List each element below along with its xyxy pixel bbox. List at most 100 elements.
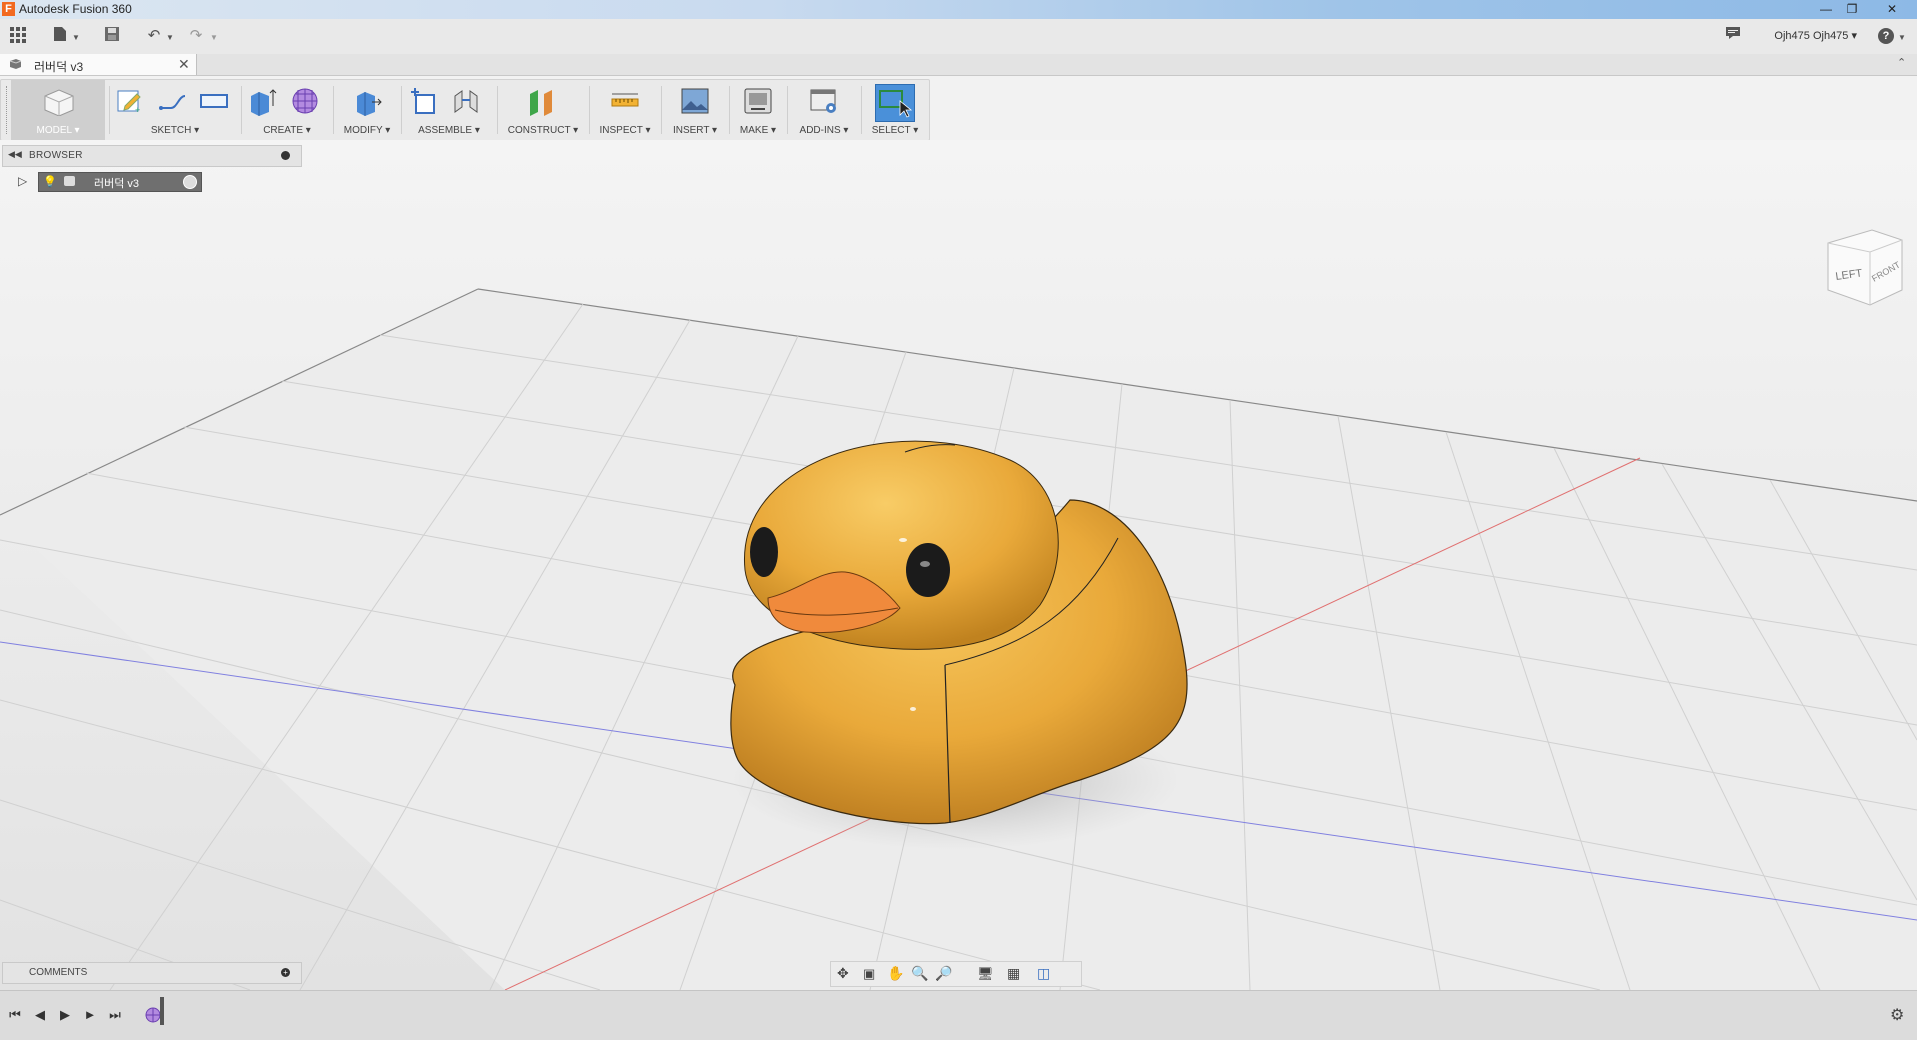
workspace-switcher[interactable]: MODEL ▾ (11, 80, 105, 140)
scripts-and-add-ins-icon[interactable] (809, 86, 839, 116)
modify-group[interactable]: MODIFY ▾ (337, 80, 397, 140)
fit-icon[interactable]: 🔎 (935, 965, 952, 982)
collapse-browser-icon[interactable]: ◀◀ (8, 149, 22, 160)
select-group-label: SELECT ▾ (871, 125, 919, 136)
go-to-start-icon[interactable]: ⏮ (5, 1005, 25, 1025)
comments-panel-header[interactable]: COMMENTS + (2, 962, 302, 984)
toolbar-divider (497, 86, 498, 134)
toolbar-divider (401, 86, 402, 134)
left-eye (750, 527, 778, 577)
right-eye (906, 543, 950, 597)
save-icon[interactable] (102, 26, 122, 46)
offset-plane-icon[interactable] (527, 86, 557, 116)
document-tab[interactable]: 러버덕 v3 ✕ (0, 54, 197, 75)
rectangle-icon[interactable] (199, 86, 229, 116)
step-back-icon[interactable]: ◀ (30, 1005, 50, 1025)
timeline-marker[interactable] (160, 997, 164, 1025)
form-feature-timeline-icon[interactable] (145, 1005, 161, 1023)
measure-icon[interactable] (610, 86, 640, 116)
window-title: Autodesk Fusion 360 (19, 2, 132, 16)
browser-title: BROWSER (29, 150, 83, 161)
3d-print-icon[interactable] (743, 86, 773, 116)
undo-caret-icon[interactable]: ▼ (166, 33, 174, 42)
user-account-menu[interactable]: Ojh475 Ojh475 ▾ (1774, 29, 1857, 42)
collapse-toolbar-icon[interactable]: ⌃ (1897, 56, 1906, 69)
close-icon[interactable]: ✕ (1881, 1, 1903, 17)
inspect-group-label: INSPECT ▾ (599, 125, 651, 136)
root-component-label: 러버덕 v3 (94, 178, 140, 190)
data-panel-grid-icon[interactable] (8, 26, 28, 46)
redo-caret-icon[interactable]: ▼ (210, 33, 218, 42)
component-icon (64, 176, 75, 186)
canvas-viewport[interactable]: LEFT FRONT (0, 140, 1917, 990)
fusion-logo-icon: F (2, 2, 15, 16)
add-comment-icon[interactable]: + (281, 968, 290, 977)
redo-icon[interactable]: ↷ (186, 26, 206, 46)
select-group[interactable]: SELECT ▾ (865, 80, 925, 140)
select-tool-icon[interactable] (875, 84, 915, 122)
toolbar-divider (333, 86, 334, 134)
restore-icon[interactable]: ❐ (1841, 1, 1863, 17)
file-menu-icon[interactable] (50, 26, 70, 46)
document-tab-bar: 러버덕 v3 ✕ ⌃ (0, 54, 1917, 76)
construct-group[interactable]: CONSTRUCT ▾ (501, 80, 585, 140)
undo-icon[interactable]: ↶ (144, 26, 164, 46)
make-group[interactable]: MAKE ▾ (733, 80, 783, 140)
browser-pin-icon[interactable] (281, 151, 290, 160)
assemble-group[interactable]: ASSEMBLE ▾ (405, 80, 493, 140)
browser-panel-header[interactable]: ◀◀ BROWSER (2, 145, 302, 167)
form-icon[interactable] (291, 86, 321, 116)
display-settings-icon[interactable]: 🖥 (977, 966, 994, 982)
toolbar-grip[interactable] (6, 86, 9, 134)
create-sketch-icon[interactable]: + (115, 86, 145, 116)
toolbar-divider (661, 86, 662, 134)
job-status-icon[interactable] (1723, 26, 1743, 46)
create-group[interactable]: CREATE ▾ (245, 80, 329, 140)
go-to-end-icon[interactable]: ⏭ (105, 1005, 125, 1025)
help-caret-icon[interactable]: ▼ (1898, 33, 1906, 42)
insert-group-label: INSERT ▾ (672, 125, 718, 136)
press-pull-icon[interactable] (352, 86, 382, 116)
expand-triangle-icon[interactable]: ▷ (18, 174, 27, 188)
file-menu-caret-icon[interactable]: ▼ (72, 33, 80, 42)
toolbar-divider (861, 86, 862, 134)
toolbar-divider (729, 86, 730, 134)
timeline-settings-gear-icon[interactable]: ⚙ (1890, 1005, 1904, 1025)
title-bar: F Autodesk Fusion 360 — ❐ ✕ (0, 0, 1917, 19)
play-icon[interactable]: ► (80, 1005, 100, 1025)
pan-icon[interactable]: ✋ (887, 965, 904, 982)
joint-icon[interactable] (451, 86, 481, 116)
toolbar-divider (241, 86, 242, 134)
insert-image-icon[interactable] (680, 86, 710, 116)
modify-group-label: MODIFY ▾ (343, 125, 391, 136)
new-component-icon[interactable] (409, 86, 439, 116)
visibility-bulb-icon[interactable]: 💡 (43, 175, 57, 188)
step-forward-icon[interactable]: ▶ (55, 1005, 75, 1025)
grid-settings-icon[interactable]: ▦ (1007, 965, 1020, 982)
close-tab-icon[interactable]: ✕ (178, 56, 190, 73)
add-ins-group[interactable]: ADD-INS ▾ (791, 80, 857, 140)
line-icon[interactable] (157, 86, 187, 116)
model-workspace-icon (41, 86, 74, 117)
sketch-group-label: SKETCH ▾ (150, 125, 200, 136)
orbit-icon[interactable]: ✥ (837, 965, 849, 982)
main-toolbar: MODEL ▾ + SKETCH ▾ CREATE ▾ MODIFY ▾ ASS… (0, 79, 930, 141)
model-workspace-label: MODEL ▾ (36, 125, 80, 136)
viewports-icon[interactable]: ◫ (1037, 965, 1050, 982)
sketch-group[interactable]: + SKETCH ▾ (113, 80, 237, 140)
insert-group[interactable]: INSERT ▾ (665, 80, 725, 140)
root-component-row[interactable]: 💡 러버덕 v3 (38, 172, 202, 192)
assemble-group-label: ASSEMBLE ▾ (418, 125, 480, 136)
minimize-icon[interactable]: — (1815, 1, 1837, 17)
toolbar-divider (787, 86, 788, 134)
svg-text:+: + (135, 105, 140, 115)
activate-component-icon[interactable] (183, 175, 197, 189)
view-cube[interactable]: LEFT FRONT (1827, 229, 1903, 306)
look-at-icon[interactable]: ▣ (863, 966, 875, 982)
help-icon[interactable]: ? (1878, 28, 1894, 44)
zoom-icon[interactable]: 🔍 (911, 965, 928, 982)
extrude-icon[interactable] (247, 86, 277, 116)
right-eye-highlight (920, 561, 930, 567)
make-group-label: MAKE ▾ (739, 125, 777, 136)
inspect-group[interactable]: INSPECT ▾ (593, 80, 657, 140)
